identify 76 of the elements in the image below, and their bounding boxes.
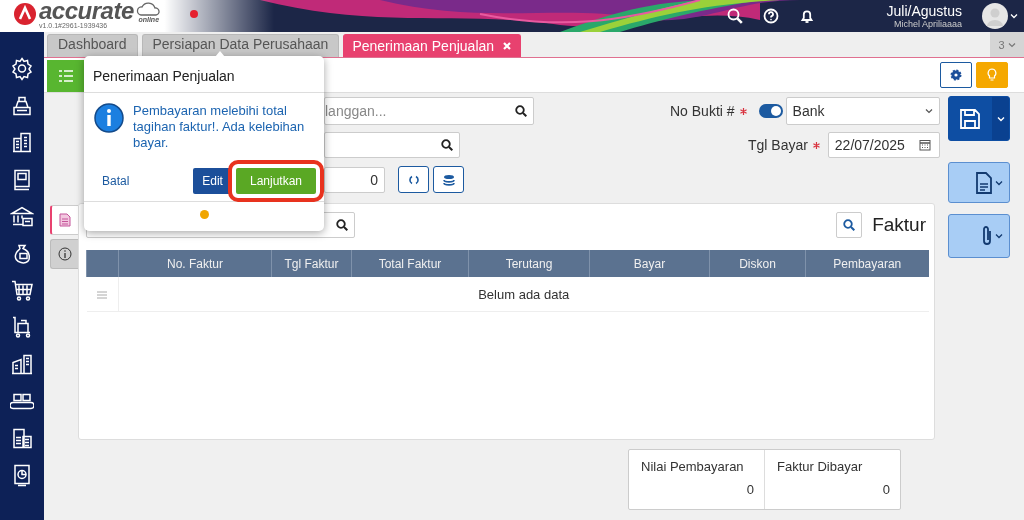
refresh-icon <box>407 173 420 186</box>
user-name: Michel Apriliaaaa <box>893 18 962 29</box>
side-tab[interactable] <box>50 239 78 269</box>
paperclip-icon <box>981 225 993 247</box>
warehouse-icon[interactable] <box>10 352 34 377</box>
field-label: Tgl Bayar <box>747 137 808 153</box>
column-header[interactable]: Bayar <box>589 250 710 277</box>
tab-count-button[interactable]: 3 <box>990 32 1024 57</box>
save-icon <box>958 107 981 130</box>
list-button[interactable] <box>47 60 84 92</box>
tab[interactable]: Dashboard <box>47 34 138 57</box>
settings-icon <box>950 69 962 81</box>
database-button[interactable] <box>433 166 464 193</box>
column-header[interactable]: Diskon <box>709 250 806 277</box>
search-button[interactable] <box>836 212 863 238</box>
column-header[interactable]: Tgl Faktur <box>271 250 352 277</box>
document-icon <box>59 213 71 227</box>
column-header[interactable]: No. Faktur <box>118 250 272 277</box>
help-icon[interactable] <box>762 8 779 24</box>
info-icon <box>94 103 124 133</box>
cloud-icon <box>135 2 162 16</box>
lightbulb-icon <box>986 68 998 82</box>
logo-icon <box>14 3 36 25</box>
summary-value: 0 <box>745 482 754 497</box>
tax-document-icon[interactable] <box>10 426 34 451</box>
side-tab[interactable] <box>50 205 78 235</box>
field-label: No Bukti # <box>670 103 735 119</box>
date-field[interactable]: 22/07/2025 <box>827 132 940 158</box>
dialog-message: Pembayaran melebihi total tagihan faktur!. Ada kelebihan bayar. <box>133 103 305 152</box>
column-header[interactable]: Pembayaran <box>805 250 929 277</box>
database-icon <box>442 173 455 186</box>
logo-text: accurate <box>39 0 134 22</box>
search-icon <box>440 139 453 151</box>
close-icon[interactable] <box>502 41 513 51</box>
bank-field[interactable] <box>324 132 460 158</box>
chevron-icon[interactable] <box>1010 12 1018 20</box>
page-dot[interactable] <box>199 210 209 219</box>
document-icon <box>975 171 993 194</box>
amount-field[interactable]: 0 <box>324 166 385 193</box>
chevron-icon <box>1007 40 1016 49</box>
period-label: Juli/Agustus <box>886 3 962 19</box>
print-button[interactable] <box>948 162 1010 203</box>
save-button[interactable] <box>948 96 1010 141</box>
empty-message: Belum ada data <box>118 277 929 312</box>
refresh-button[interactable] <box>398 166 429 193</box>
settings-button[interactable] <box>940 62 972 88</box>
column-header[interactable]: Total Faktur <box>351 250 469 277</box>
info-icon <box>57 247 72 261</box>
tab[interactable]: Persiapan Data Perusahaan <box>141 34 340 57</box>
building-icon[interactable] <box>10 130 34 155</box>
calendar-icon <box>919 139 931 151</box>
gear-icon[interactable] <box>10 56 34 81</box>
summary-label: Nilai Pembayaran <box>641 459 745 474</box>
summary-value: 0 <box>881 482 890 497</box>
column-header[interactable]: Terutang <box>468 250 590 277</box>
list-icon <box>57 68 74 84</box>
search-icon <box>515 105 527 117</box>
avatar-icon[interactable] <box>982 3 1008 29</box>
attachment-button[interactable] <box>948 214 1010 258</box>
customer-field[interactable]: langgan... <box>324 97 534 125</box>
toggle-switch[interactable] <box>758 104 783 118</box>
chevron-icon <box>995 232 1003 240</box>
bell-icon[interactable] <box>798 8 815 24</box>
dialog-title: Penerimaan Penjualan <box>84 56 324 93</box>
tab[interactable]: Penerimaan Penjualan <box>343 34 522 57</box>
search-icon <box>336 219 348 231</box>
number-type-select[interactable]: Bank <box>785 97 940 125</box>
cart-icon[interactable] <box>10 278 34 303</box>
search-icon[interactable] <box>726 8 743 24</box>
bank-icon[interactable] <box>10 204 34 229</box>
summary-label: Faktur Dibayar <box>777 459 864 474</box>
chevron-icon <box>996 114 1005 123</box>
chevron-icon <box>995 178 1003 187</box>
search-icon <box>843 219 856 231</box>
panel-title: Faktur <box>872 214 926 236</box>
chevron-icon <box>924 107 933 115</box>
